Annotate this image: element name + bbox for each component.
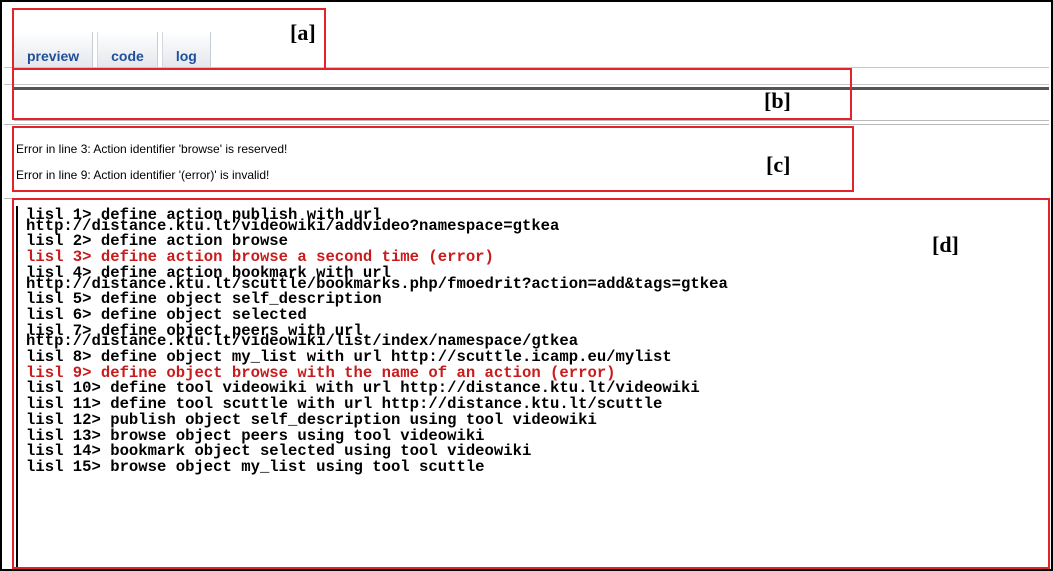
annotation-box-b — [12, 68, 852, 120]
annotation-box-a — [12, 8, 326, 70]
lisl-editor-panel: preview code log Error in line 3: Action… — [0, 0, 1053, 571]
annotation-label-c: [c] — [766, 152, 791, 177]
annotation-label-d: [d] — [932, 232, 959, 257]
annotation-box-c — [12, 126, 854, 192]
annotation-label-a: [a] — [290, 20, 316, 45]
annotation-label-b: [b] — [764, 88, 791, 113]
divider — [4, 124, 1049, 125]
annotation-box-d — [12, 198, 1050, 569]
